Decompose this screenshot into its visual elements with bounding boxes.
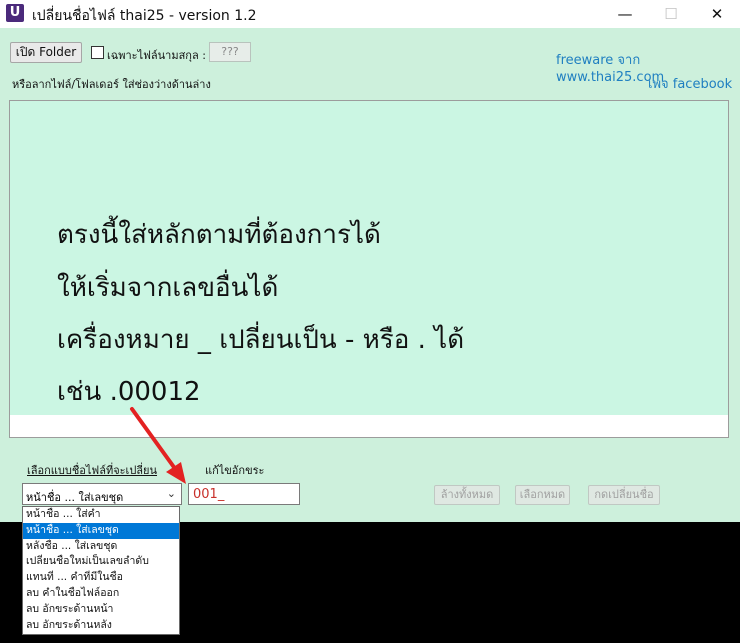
red-arrow-icon (130, 407, 178, 472)
annotation-overlay (130, 407, 186, 484)
red-arrow-head-icon (166, 462, 186, 484)
